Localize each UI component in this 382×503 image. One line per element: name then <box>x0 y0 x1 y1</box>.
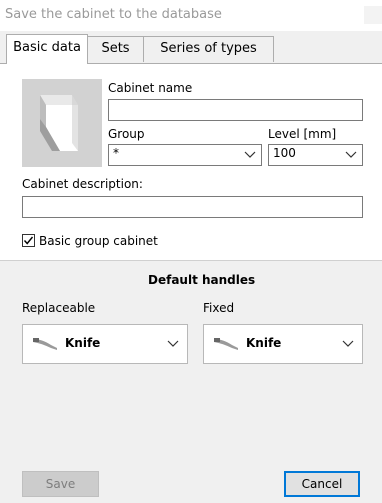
chevron-down-icon <box>167 340 179 347</box>
replaceable-label: Replaceable <box>22 301 96 315</box>
section-divider <box>0 260 382 261</box>
save-cabinet-dialog: Save the cabinet to the database Basic d… <box>0 0 382 503</box>
chevron-down-icon <box>244 151 256 158</box>
basic-group-label: Basic group cabinet <box>39 234 158 248</box>
checkmark-icon <box>23 236 34 245</box>
replaceable-handle-value: Knife <box>65 336 101 350</box>
chevron-down-icon <box>342 340 354 347</box>
fixed-handle-value: Knife <box>246 336 282 350</box>
default-handles-title: Default handles <box>148 273 256 287</box>
knife-handle-icon <box>33 338 57 350</box>
level-select[interactable]: 100 <box>268 144 363 166</box>
cabinet-description-label: Cabinet description: <box>22 177 143 191</box>
cabinet-name-input[interactable] <box>108 99 363 121</box>
fixed-handle-select[interactable]: Knife <box>203 324 363 364</box>
cabinet-preview-image <box>22 79 102 167</box>
cabinet-description-input[interactable] <box>22 196 363 218</box>
group-select[interactable]: * <box>108 144 262 166</box>
tab-series-of-types[interactable]: Series of types <box>144 36 274 62</box>
window-title: Save the cabinet to the database <box>5 7 222 22</box>
group-label: Group <box>108 127 145 141</box>
group-value: * <box>113 146 119 160</box>
basic-group-checkbox[interactable] <box>22 234 35 247</box>
replaceable-handle-select[interactable]: Knife <box>22 324 188 364</box>
fixed-label: Fixed <box>203 301 235 315</box>
level-label: Level [mm] <box>268 127 337 141</box>
tab-basic-data[interactable]: Basic data <box>6 34 88 64</box>
cancel-button[interactable]: Cancel <box>284 471 360 497</box>
cabinet-name-label: Cabinet name <box>108 81 193 95</box>
level-value: 100 <box>273 146 296 160</box>
save-button[interactable]: Save <box>22 471 99 497</box>
title-bar: Save the cabinet to the database <box>0 0 382 31</box>
tab-sets[interactable]: Sets <box>88 36 144 62</box>
knife-handle-icon <box>214 338 238 350</box>
close-icon[interactable] <box>364 6 382 24</box>
chevron-down-icon <box>345 151 357 158</box>
